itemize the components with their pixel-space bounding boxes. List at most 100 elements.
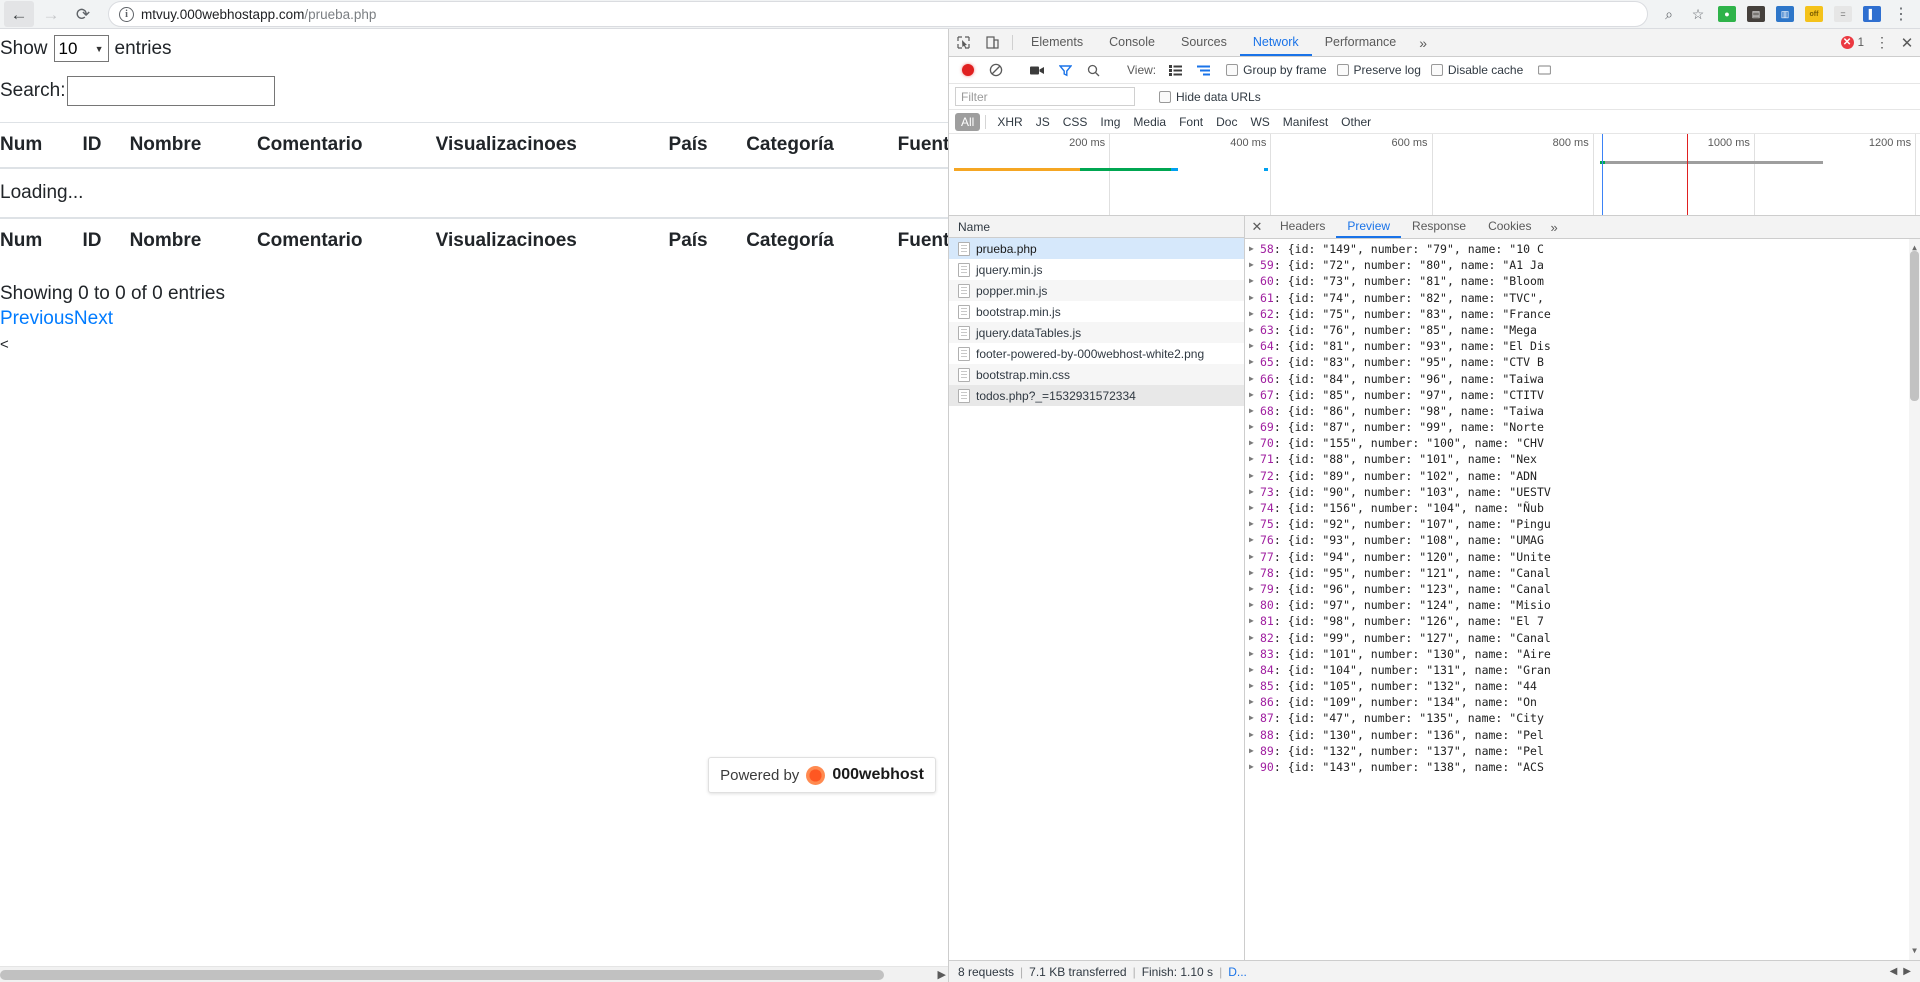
reload-icon[interactable]: ⟳	[68, 1, 98, 27]
type-filter-all[interactable]: All	[955, 112, 981, 131]
json-row[interactable]: ▶ 78: {id: "95", number: "121", name: "Ca…	[1249, 565, 1920, 581]
filter-input[interactable]: Filter	[955, 87, 1135, 106]
back-icon[interactable]: ←	[4, 1, 34, 27]
search-input[interactable]	[67, 76, 276, 106]
json-row[interactable]: ▶ 75: {id: "92", number: "107", name: "Pi…	[1249, 516, 1920, 532]
type-filter-other[interactable]: Other	[1335, 113, 1377, 131]
expand-triangle-icon[interactable]: ▶	[1249, 387, 1260, 403]
json-row[interactable]: ▶ 80: {id: "97", number: "124", name: "Mi…	[1249, 597, 1920, 613]
json-row[interactable]: ▶ 71: {id: "88", number: "101", name: "Ne…	[1249, 451, 1920, 467]
tab-headers[interactable]: Headers	[1269, 216, 1336, 238]
expand-triangle-icon[interactable]: ▶	[1249, 484, 1260, 500]
close-icon[interactable]: ✕	[1894, 29, 1920, 56]
expand-triangle-icon[interactable]: ▶	[1249, 581, 1260, 597]
column-header-comentario[interactable]: Comentario	[256, 122, 436, 169]
disable-cache-checkbox[interactable]: Disable cache	[1430, 63, 1523, 77]
expand-triangle-icon[interactable]: ▶	[1249, 500, 1260, 516]
expand-triangle-icon[interactable]: ▶	[1249, 516, 1260, 532]
json-scrollbar[interactable]: ▲ ▼	[1909, 239, 1920, 960]
type-filter-manifest[interactable]: Manifest	[1277, 113, 1334, 131]
network-overview-timeline[interactable]: 200 ms 400 ms 600 ms 800 ms 1000 ms 1200…	[949, 134, 1920, 216]
expand-triangle-icon[interactable]: ▶	[1249, 694, 1260, 710]
tab-response[interactable]: Response	[1401, 216, 1477, 238]
record-icon[interactable]	[955, 59, 981, 81]
entries-per-page-select[interactable]: 10 ▼	[53, 35, 109, 62]
zoom-icon[interactable]: ⌕	[1656, 1, 1682, 27]
expand-triangle-icon[interactable]: ▶	[1249, 710, 1260, 726]
tab-cookies[interactable]: Cookies	[1477, 216, 1542, 238]
expand-triangle-icon[interactable]: ▶	[1249, 743, 1260, 759]
json-row[interactable]: ▶ 90: {id: "143", number: "138", name: "A…	[1249, 759, 1920, 775]
expand-triangle-icon[interactable]: ▶	[1249, 630, 1260, 646]
error-count-badge[interactable]: ✕ 1	[1835, 29, 1870, 56]
column-header-num[interactable]: Num	[0, 122, 83, 169]
type-filter-font[interactable]: Font	[1173, 113, 1209, 131]
json-row[interactable]: ▶ 64: {id: "81", number: "93", name: "El …	[1249, 338, 1920, 354]
device-toolbar-icon[interactable]	[978, 29, 1007, 56]
forward-icon[interactable]: →	[36, 1, 66, 27]
json-row[interactable]: ▶ 68: {id: "86", number: "98", name: "Tai…	[1249, 403, 1920, 419]
dark-extension-icon[interactable]: ▤	[1743, 1, 1769, 27]
json-row[interactable]: ▶ 81: {id: "98", number: "126", name: "El…	[1249, 613, 1920, 629]
json-row[interactable]: ▶ 73: {id: "90", number: "103", name: "UE…	[1249, 484, 1920, 500]
chevron-double-right-icon[interactable]: »	[1409, 29, 1437, 56]
webhost-footer-badge[interactable]: Powered by 000webhost	[708, 757, 936, 793]
json-row[interactable]: ▶ 72: {id: "89", number: "102", name: "AD…	[1249, 468, 1920, 484]
scroll-right-arrow-icon[interactable]: ▶	[938, 968, 946, 981]
close-icon[interactable]: ✕	[1245, 216, 1269, 238]
green-extension-icon[interactable]: ●	[1714, 1, 1740, 27]
json-row[interactable]: ▶ 59: {id: "72", number: "80", name: "A1 …	[1249, 257, 1920, 273]
preserve-log-checkbox[interactable]: Preserve log	[1336, 63, 1421, 77]
star-icon[interactable]: ☆	[1685, 1, 1711, 27]
address-bar[interactable]: i mtvuy.000webhostapp.com/prueba.php	[108, 1, 1648, 27]
scrollbar-thumb[interactable]	[1910, 251, 1919, 401]
search-icon[interactable]	[1080, 59, 1106, 81]
hide-data-urls-checkbox[interactable]: Hide data URLs	[1159, 90, 1261, 104]
list-item[interactable]: footer-powered-by-000webhost-white2.png	[949, 343, 1244, 364]
json-row[interactable]: ▶ 69: {id: "87", number: "99", name: "Nor…	[1249, 419, 1920, 435]
json-row[interactable]: ▶ 76: {id: "93", number: "108", name: "UM…	[1249, 532, 1920, 548]
offline-icon[interactable]	[1531, 59, 1557, 81]
expand-triangle-icon[interactable]: ▶	[1249, 354, 1260, 370]
type-filter-media[interactable]: Media	[1127, 113, 1172, 131]
request-column-header[interactable]: Name	[949, 216, 1244, 238]
blue-extension-icon[interactable]: ▥	[1772, 1, 1798, 27]
group-by-frame-checkbox[interactable]: Group by frame	[1226, 63, 1327, 77]
expand-triangle-icon[interactable]: ▶	[1249, 532, 1260, 548]
json-row[interactable]: ▶ 70: {id: "155", number: "100", name: "C…	[1249, 435, 1920, 451]
expand-triangle-icon[interactable]: ▶	[1249, 435, 1260, 451]
type-filter-ws[interactable]: WS	[1244, 113, 1275, 131]
json-row[interactable]: ▶ 65: {id: "83", number: "95", name: "CTV…	[1249, 354, 1920, 370]
column-header-categoria[interactable]: Categoría	[746, 122, 898, 169]
list-item[interactable]: bootstrap.min.css	[949, 364, 1244, 385]
expand-triangle-icon[interactable]: ▶	[1249, 403, 1260, 419]
json-row[interactable]: ▶ 58: {id: "149", number: "79", name: "10…	[1249, 241, 1920, 257]
list-item[interactable]: todos.php?_=1532931572334	[949, 385, 1244, 406]
column-header-visualizacinoes[interactable]: Visualizacinoes	[435, 122, 669, 169]
kebab-menu-icon[interactable]: ⋮	[1888, 1, 1914, 27]
list-view-icon[interactable]	[1162, 59, 1188, 81]
tab-elements[interactable]: Elements	[1018, 29, 1096, 56]
clear-icon[interactable]	[983, 59, 1009, 81]
json-preview[interactable]: ▶ 58: {id: "149", number: "79", name: "10…	[1245, 239, 1920, 960]
type-filter-js[interactable]: JS	[1030, 113, 1056, 131]
list-item[interactable]: popper.min.js	[949, 280, 1244, 301]
json-row[interactable]: ▶ 66: {id: "84", number: "96", name: "Tai…	[1249, 371, 1920, 387]
expand-triangle-icon[interactable]: ▶	[1249, 273, 1260, 289]
type-filter-css[interactable]: CSS	[1057, 113, 1094, 131]
expand-triangle-icon[interactable]: ▶	[1249, 646, 1260, 662]
expand-triangle-icon[interactable]: ▶	[1249, 338, 1260, 354]
column-header-pais[interactable]: País	[668, 122, 747, 169]
json-row[interactable]: ▶ 60: {id: "73", number: "81", name: "Blo…	[1249, 273, 1920, 289]
json-row[interactable]: ▶ 62: {id: "75", number: "83", name: "Fra…	[1249, 306, 1920, 322]
expand-triangle-icon[interactable]: ▶	[1249, 727, 1260, 743]
json-row[interactable]: ▶ 89: {id: "132", number: "137", name: "P…	[1249, 743, 1920, 759]
list-item[interactable]: jquery.min.js	[949, 259, 1244, 280]
expand-triangle-icon[interactable]: ▶	[1249, 451, 1260, 467]
funnel-filter-icon[interactable]	[1052, 59, 1078, 81]
expand-triangle-icon[interactable]: ▶	[1249, 371, 1260, 387]
scroll-left-arrow-icon[interactable]: ◀	[1890, 966, 1898, 977]
expand-triangle-icon[interactable]: ▶	[1249, 613, 1260, 629]
pagination-next-link[interactable]: Next	[74, 308, 113, 329]
json-row[interactable]: ▶ 87: {id: "47", number: "135", name: "Ci…	[1249, 710, 1920, 726]
